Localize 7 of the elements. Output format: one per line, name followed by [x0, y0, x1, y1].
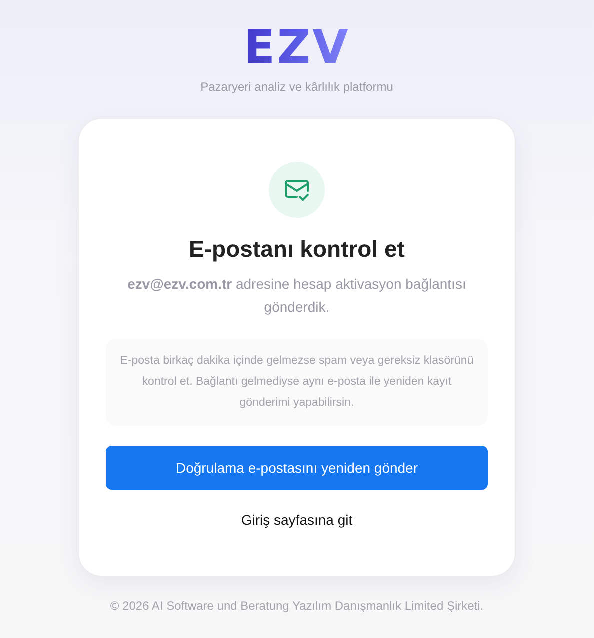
notice-text: E-posta birkaç dakika içinde gelmezse spam veya gereksiz klasörünü kontrol et. Bağlantı gelmediyse aynı e-posta ile yeniden kayıt gönderimi yapabilirsin.: [106, 339, 488, 426]
card-title: E-postanı kontrol et: [189, 236, 405, 263]
login-link[interactable]: Giriş sayfasına git: [241, 512, 353, 528]
copyright-text: © 2026 AI Software und Beratung Yazılım Danışmanlık Limited Şirketi.: [110, 599, 484, 613]
resend-button[interactable]: Doğrulama e-postasını yeniden gönder: [106, 446, 488, 490]
message-text: ezv@ezv.com.tr adresine hesap aktivasyon bağlantısı gönderdik.: [126, 275, 468, 317]
tagline: Pazaryeri analiz ve kârlılık platformu: [200, 80, 394, 94]
